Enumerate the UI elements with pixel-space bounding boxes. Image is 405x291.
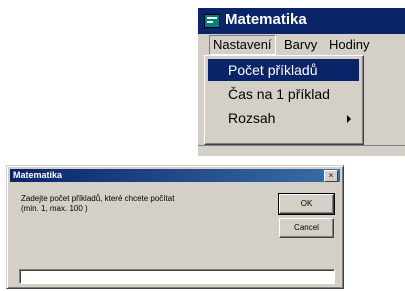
close-button[interactable]: × — [324, 170, 338, 182]
nastaveni-dropdown: Počet příkladů Čas na 1 příklad Rozsah — [204, 55, 364, 145]
input-dialog: Matematika × Zadejte počet příkladů, kte… — [6, 165, 344, 289]
dialog-title: Matematika — [13, 170, 63, 180]
menu-item-label: Čas na 1 příklad — [228, 86, 330, 102]
cancel-button[interactable]: Cancel — [279, 218, 334, 238]
window-title: Matematika — [225, 11, 307, 28]
prompt-line-1: Zadejte počet příkladů, které chcete poč… — [21, 194, 175, 203]
menu-item-cas-na-priklad[interactable]: Čas na 1 příklad — [208, 83, 359, 105]
menu-item-label: Rozsah — [228, 110, 276, 126]
menu-nastaveni[interactable]: Nastavení — [209, 35, 276, 55]
window-body — [198, 145, 405, 156]
dialog-prompt: Zadejte počet příkladů, které chcete poč… — [21, 194, 261, 214]
menu-hodiny[interactable]: Hodiny — [329, 37, 369, 52]
window-titlebar[interactable]: Matematika — [198, 8, 405, 34]
submenu-arrow-icon — [347, 115, 351, 123]
app-icon — [204, 14, 220, 28]
menu-item-pocet-prikladu[interactable]: Počet příkladů — [208, 59, 359, 81]
menu-item-rozsah[interactable]: Rozsah — [208, 107, 359, 129]
ok-button[interactable]: OK — [278, 193, 335, 215]
count-input[interactable] — [19, 269, 335, 284]
dialog-titlebar[interactable]: Matematika × — [10, 169, 340, 182]
prompt-line-2: (min. 1, max. 100 ) — [21, 204, 88, 213]
menu-bar: Nastavení Barvy Hodiny — [198, 34, 405, 56]
menu-item-label: Počet příkladů — [228, 62, 318, 78]
menu-barvy[interactable]: Barvy — [284, 37, 317, 52]
matematika-window: Matematika Nastavení Barvy Hodiny Počet … — [198, 8, 405, 156]
